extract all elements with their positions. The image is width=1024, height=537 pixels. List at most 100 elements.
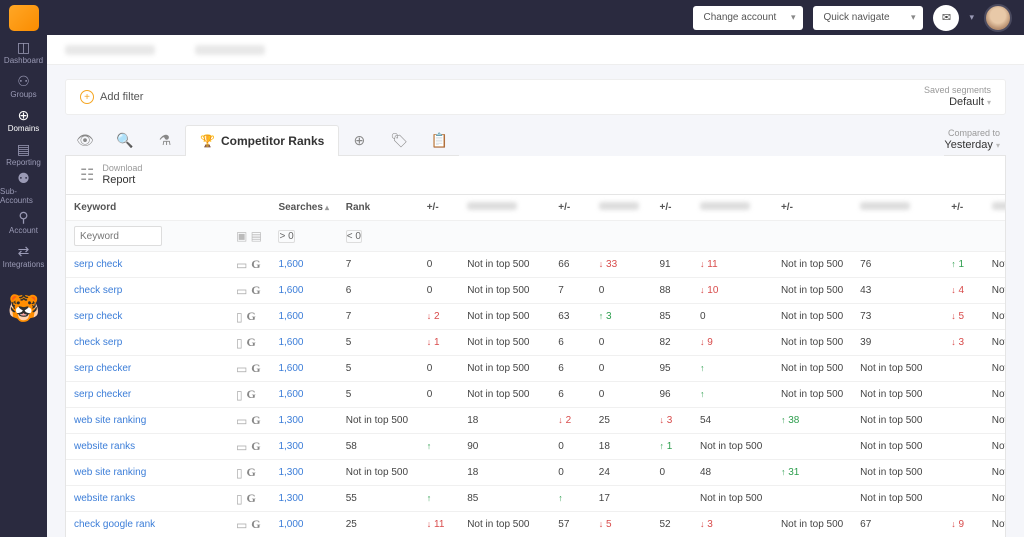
keyword-link[interactable]: website ranks <box>74 493 135 504</box>
table-row: check serp▯ G1,6005↓ 1Not in top 5006082… <box>66 330 1006 356</box>
compared-to-dropdown[interactable]: Compared to Yesterday ▾ <box>944 128 1000 152</box>
table-row: website ranks▭ G1,30058↑ 90018↑ 1Not in … <box>66 434 1006 460</box>
keyword-link[interactable]: website ranks <box>74 441 135 452</box>
searches-value: 1,600 <box>278 259 303 270</box>
col-competitor[interactable] <box>692 195 773 221</box>
col-delta[interactable]: +/- <box>943 195 983 221</box>
col-keyword[interactable]: Keyword <box>66 195 228 221</box>
searches-value: 1,300 <box>278 493 303 504</box>
dashboard-icon: ◫ <box>17 40 30 54</box>
keyword-link[interactable]: serp checker <box>74 363 131 374</box>
col-competitor[interactable] <box>591 195 652 221</box>
sub-accounts-icon: ⚉ <box>17 171 30 185</box>
tab-competitor-ranks[interactable]: 🏆 Competitor Ranks <box>185 125 339 156</box>
table-row: check serp▭ G1,60060Not in top 5007088↓ … <box>66 278 1006 304</box>
trophy-icon: 🏆 <box>200 134 215 148</box>
device-engine-icons: ▯ G <box>236 465 263 480</box>
avatar[interactable] <box>984 4 1012 32</box>
breadcrumb <box>47 35 1024 65</box>
tab-search[interactable]: 🔍 <box>105 125 145 156</box>
sidebar-item-domains[interactable]: ⊕Domains <box>0 103 47 137</box>
keyword-link[interactable]: check serp <box>74 337 122 348</box>
tab-flask[interactable]: ⚗ <box>145 125 185 156</box>
tab-notes[interactable]: 📋 <box>419 125 459 156</box>
searches-value: 1,600 <box>278 337 303 348</box>
device-engine-icons: ▯ G <box>236 387 263 402</box>
searches-value: 1,600 <box>278 285 303 296</box>
sidebar-item-integrations[interactable]: ⇄Integrations <box>0 239 47 273</box>
report-icon: ☷ <box>80 165 94 185</box>
topbar: Change account Quick navigate ✉ ▾ <box>47 0 1024 35</box>
tab-target[interactable]: ⊕ <box>339 125 379 156</box>
reporting-icon: ▤ <box>17 142 30 156</box>
device-engine-icons: ▭ G <box>236 439 263 454</box>
sidebar-item-dashboard[interactable]: ◫Dashboard <box>0 35 47 69</box>
rankings-table: Keyword Searches▴ Rank +/- +/- +/- +/- <box>65 195 1006 537</box>
col-delta[interactable]: +/- <box>652 195 692 221</box>
table-row: serp checker▭ G1,60050Not in top 5006095… <box>66 356 1006 382</box>
device-engine-icons: ▭ G <box>236 413 263 428</box>
device-engine-icons: ▭ G <box>236 361 263 376</box>
sidebar-item-account[interactable]: ⚲Account <box>0 205 47 239</box>
table-row: serp checker▯ G1,60050Not in top 5006096… <box>66 382 1006 408</box>
filter-bar: + Add filter Saved segments Default ▾ <box>65 79 1006 115</box>
searches-value: 1,000 <box>278 519 303 530</box>
device-engine-icons: ▭ G <box>236 257 263 272</box>
device-engine-icons: ▭ G <box>236 283 263 298</box>
table-row: website ranks▯ G1,30055↑ 85↑ 17Not in to… <box>66 486 1006 512</box>
logo[interactable] <box>0 0 47 35</box>
table-row: web site ranking▯ G1,300Not in top 50018… <box>66 460 1006 486</box>
breadcrumb-item[interactable] <box>195 45 265 55</box>
breadcrumb-item[interactable] <box>65 45 155 55</box>
table-row: check google rank▭ G1,00025↓ 11Not in to… <box>66 512 1006 537</box>
change-account-dropdown[interactable]: Change account <box>693 6 803 30</box>
searches-filter[interactable]: > 0 <box>278 230 294 243</box>
col-competitor[interactable] <box>459 195 550 221</box>
col-competitor[interactable] <box>984 195 1006 221</box>
keyword-link[interactable]: web site ranking <box>74 467 146 478</box>
groups-icon: ⚇ <box>17 74 30 88</box>
mail-icon: ✉ <box>942 11 951 24</box>
saved-segments-dropdown[interactable]: Saved segments Default ▾ <box>924 85 991 109</box>
table-row: web site ranking▭ G1,300Not in top 50018… <box>66 408 1006 434</box>
keyword-link[interactable]: serp check <box>74 311 122 322</box>
quick-navigate-dropdown[interactable]: Quick navigate <box>813 6 923 30</box>
tab-tag[interactable]: 🏷 <box>379 125 419 156</box>
add-filter-button[interactable]: + Add filter <box>80 90 143 104</box>
sidebar-item-reporting[interactable]: ▤Reporting <box>0 137 47 171</box>
chevron-down-icon: ▾ <box>969 12 974 23</box>
keyword-link[interactable]: check serp <box>74 285 122 296</box>
keyword-link[interactable]: web site ranking <box>74 415 146 426</box>
searches-value: 1,600 <box>278 363 303 374</box>
searches-value: 1,300 <box>278 415 303 426</box>
col-delta[interactable]: +/- <box>773 195 852 221</box>
device-filter[interactable]: ▣ ▤ <box>236 229 263 243</box>
col-rank[interactable]: Rank <box>338 195 419 221</box>
searches-value: 1,600 <box>278 311 303 322</box>
searches-value: 1,300 <box>278 441 303 452</box>
tab-binoculars[interactable]: 👁 <box>65 125 105 156</box>
col-competitor[interactable] <box>852 195 943 221</box>
table-row: serp check▭ G1,60070Not in top 50066↓ 33… <box>66 252 1006 278</box>
keyword-filter-input[interactable] <box>74 226 162 246</box>
account-icon: ⚲ <box>18 210 28 224</box>
sidebar-item-sub-accounts[interactable]: ⚉Sub-Accounts <box>0 171 47 205</box>
device-engine-icons: ▯ G <box>236 335 263 350</box>
sidebar: ◫Dashboard⚇Groups⊕Domains▤Reporting⚉Sub-… <box>0 0 47 537</box>
col-delta[interactable]: +/- <box>550 195 590 221</box>
keyword-link[interactable]: serp check <box>74 259 122 270</box>
searches-value: 1,600 <box>278 389 303 400</box>
plus-icon: + <box>80 90 94 104</box>
device-engine-icons: ▯ G <box>236 309 263 324</box>
rank-filter[interactable]: < 0 <box>346 230 362 243</box>
col-delta[interactable]: +/- <box>419 195 459 221</box>
keyword-link[interactable]: serp checker <box>74 389 131 400</box>
download-report-button[interactable]: ☷ Download Report <box>65 156 1006 195</box>
device-engine-icons: ▯ G <box>236 491 263 506</box>
keyword-link[interactable]: check google rank <box>74 519 155 530</box>
sidebar-item-groups[interactable]: ⚇Groups <box>0 69 47 103</box>
domains-icon: ⊕ <box>18 108 30 122</box>
tiger-mascot: 🐯 <box>8 293 40 325</box>
col-searches[interactable]: Searches▴ <box>270 195 337 221</box>
messages-button[interactable]: ✉ <box>933 5 959 31</box>
